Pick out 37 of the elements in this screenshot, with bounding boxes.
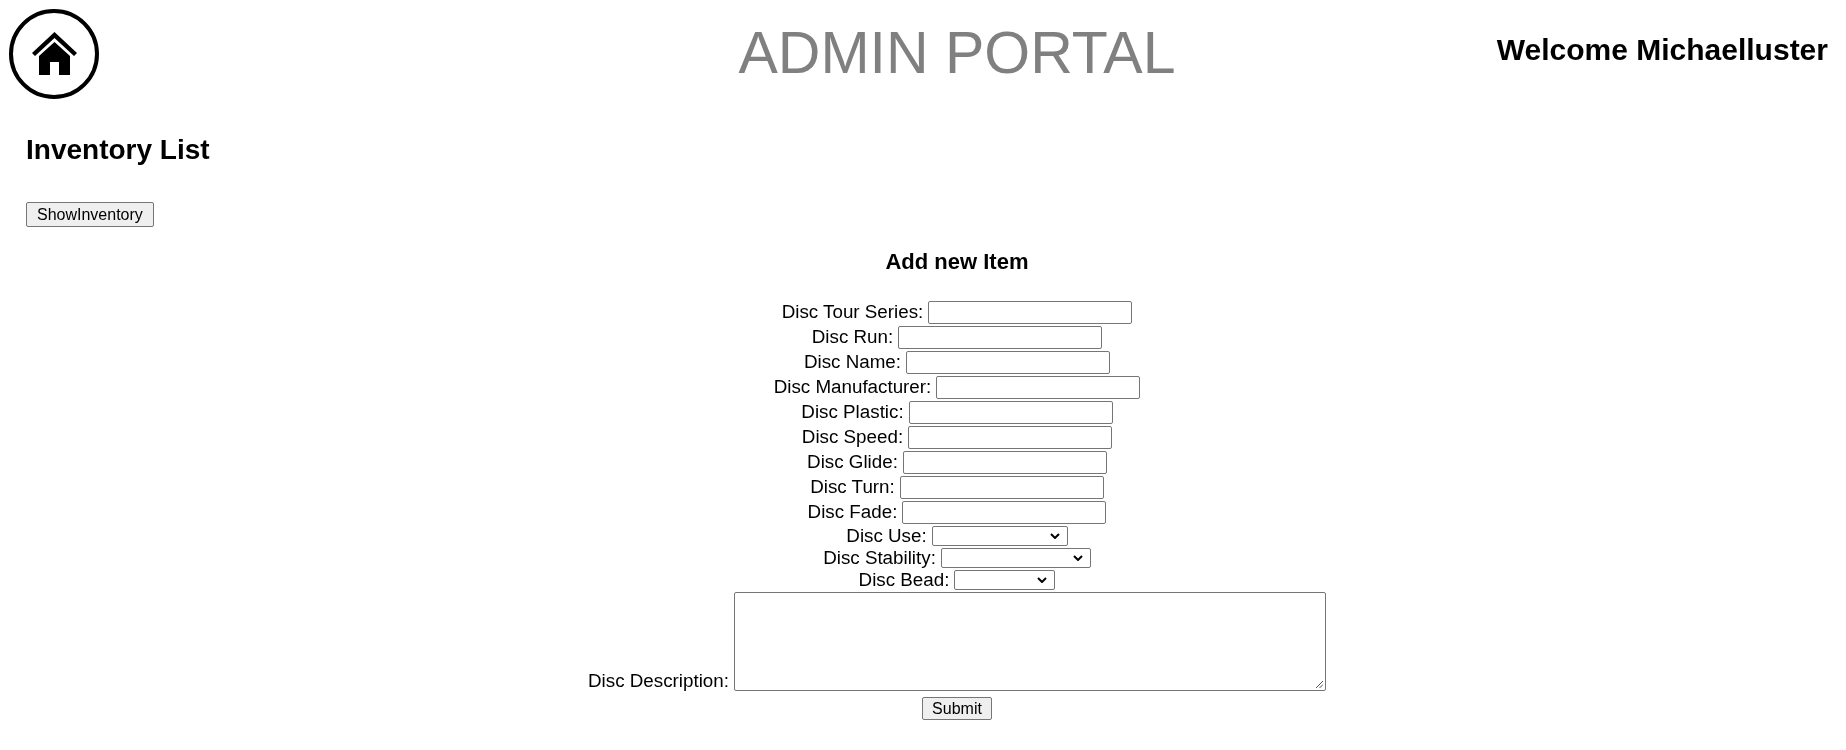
field-label: Disc Speed: bbox=[801, 428, 904, 447]
resize-grip-icon bbox=[1314, 680, 1323, 688]
field-label: Disc Turn: bbox=[810, 478, 895, 497]
text-input[interactable] bbox=[906, 351, 1111, 374]
chevron-down-icon bbox=[1037, 577, 1048, 583]
field-label: Disc Use: bbox=[846, 526, 927, 546]
text-input[interactable] bbox=[936, 376, 1141, 399]
chevron-down-icon bbox=[1072, 555, 1083, 561]
welcome-text: Welcome Michaelluster bbox=[1496, 35, 1828, 65]
field-label: Disc Fade: bbox=[807, 503, 898, 522]
text-input[interactable] bbox=[908, 426, 1113, 449]
form-heading: Add new Item bbox=[885, 251, 1029, 273]
text-input[interactable] bbox=[902, 501, 1107, 524]
section-heading: Inventory List bbox=[26, 136, 210, 164]
submit-button[interactable]: Submit bbox=[922, 697, 992, 720]
select-dropdown[interactable] bbox=[931, 526, 1068, 546]
text-input[interactable] bbox=[902, 451, 1107, 474]
description-textarea[interactable] bbox=[733, 592, 1326, 691]
page-title: ADMIN PORTAL bbox=[738, 24, 1176, 83]
select-dropdown[interactable] bbox=[940, 548, 1091, 568]
text-input[interactable] bbox=[928, 301, 1133, 324]
select-dropdown[interactable] bbox=[954, 570, 1056, 590]
field-label: Disc Name: bbox=[803, 353, 902, 372]
field-label: Disc Tour Series: bbox=[781, 303, 924, 322]
chevron-down-icon bbox=[1049, 533, 1060, 539]
text-input[interactable] bbox=[908, 401, 1113, 424]
show-inventory-button[interactable]: ShowInventory bbox=[26, 202, 154, 227]
field-label: Disc Plastic: bbox=[801, 403, 904, 422]
text-input[interactable] bbox=[898, 326, 1103, 349]
home-icon[interactable] bbox=[9, 9, 99, 99]
field-label: Disc Bead: bbox=[858, 570, 950, 590]
text-input[interactable] bbox=[899, 476, 1104, 499]
field-label: Disc Glide: bbox=[807, 453, 898, 472]
field-label: Disc Run: bbox=[811, 328, 894, 347]
field-label: Disc Stability: bbox=[823, 548, 936, 568]
field-label: Disc Description: bbox=[588, 672, 729, 691]
field-label: Disc Manufacturer: bbox=[773, 378, 932, 397]
